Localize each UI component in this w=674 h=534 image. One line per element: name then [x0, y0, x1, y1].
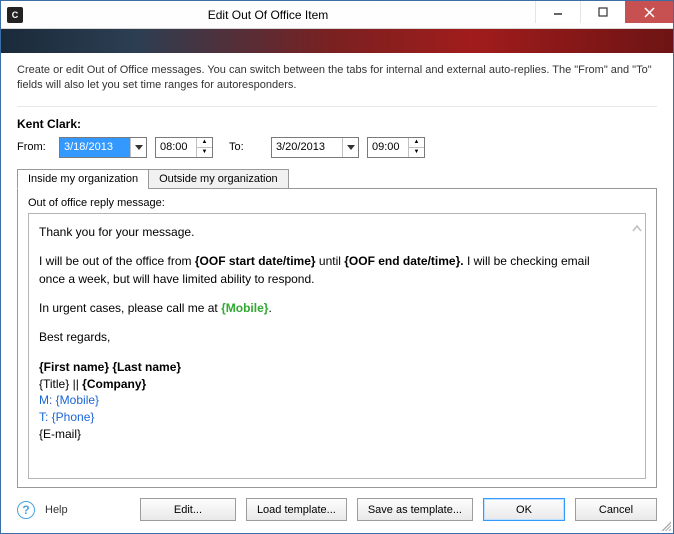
tab-panel: Out of office reply message: Thank you f…: [17, 188, 657, 488]
msg-body-pre: I will be out of the office from: [39, 254, 195, 268]
sig-mobile-line: M: {Mobile}: [39, 392, 617, 409]
help-link[interactable]: Help: [45, 504, 68, 516]
tabstrip: Inside my organization Outside my organi…: [17, 168, 657, 188]
message-editor[interactable]: Thank you for your message. I will be ou…: [29, 214, 627, 478]
resize-grip-icon[interactable]: [659, 519, 671, 531]
sig-phone-line: T: {Phone}: [39, 409, 617, 426]
titlebar: C Edit Out Of Office Item: [1, 1, 673, 29]
from-time-input[interactable]: [156, 138, 196, 157]
minimize-button[interactable]: [535, 1, 580, 23]
reply-message-label: Out of office reply message:: [28, 197, 646, 209]
msg-urgent-pre: In urgent cases, please call me at: [39, 301, 221, 315]
to-date-input[interactable]: [272, 138, 342, 157]
separator: [17, 106, 657, 107]
to-date-dropdown[interactable]: [271, 137, 359, 158]
token-mobile: {Mobile}: [221, 301, 268, 315]
save-template-button[interactable]: Save as template...: [357, 498, 473, 521]
msg-body: I will be out of the office from {OOF st…: [39, 253, 617, 288]
window-title: Edit Out Of Office Item: [1, 8, 535, 22]
window-buttons: [535, 1, 673, 28]
person-name: Kent Clark:: [17, 117, 657, 131]
tab-inside-org[interactable]: Inside my organization: [17, 169, 149, 189]
msg-urgent-post: .: [268, 301, 271, 315]
msg-regards: Best regards,: [39, 329, 617, 346]
to-label: To:: [229, 141, 263, 153]
editor-container: Thank you for your message. I will be ou…: [28, 213, 646, 479]
to-time-spinner[interactable]: ▲ ▼: [367, 137, 425, 158]
sig-name-line: {First name} {Last name}: [39, 359, 617, 376]
spin-up-icon[interactable]: ▲: [197, 138, 212, 148]
from-time-spinner[interactable]: ▲ ▼: [155, 137, 213, 158]
token-fullname: {First name} {Last name}: [39, 360, 181, 374]
sig-title-line: {Title} || {Company}: [39, 376, 617, 393]
msg-greeting: Thank you for your message.: [39, 224, 617, 241]
token-company: {Company}: [82, 377, 146, 391]
token-oof-end: {OOF end date/time}.: [344, 254, 463, 268]
load-template-button[interactable]: Load template...: [246, 498, 347, 521]
spin-down-icon[interactable]: ▼: [197, 148, 212, 157]
msg-urgent: In urgent cases, please call me at {Mobi…: [39, 300, 617, 317]
ok-button[interactable]: OK: [483, 498, 565, 521]
from-label: From:: [17, 141, 51, 153]
footer: ? Help Edit... Load template... Save as …: [1, 488, 673, 533]
help-icon[interactable]: ?: [17, 501, 35, 519]
token-oof-start: {OOF start date/time}: [195, 254, 316, 268]
date-range-row: From: ▲ ▼ To: ▲ ▼: [17, 137, 657, 158]
spin-down-icon[interactable]: ▼: [409, 148, 424, 157]
token-mobile-sig: {Mobile}: [56, 393, 99, 407]
token-phone: {Phone}: [52, 410, 95, 424]
scroll-up-icon[interactable]: [632, 222, 642, 236]
chevron-down-icon[interactable]: [130, 138, 146, 157]
dialog-window: C Edit Out Of Office Item Create or edit…: [0, 0, 674, 534]
tab-outside-org[interactable]: Outside my organization: [148, 169, 289, 189]
sig-t-label: T:: [39, 410, 52, 424]
sig-m-label: M:: [39, 393, 56, 407]
msg-body-mid: until: [316, 254, 345, 268]
to-time-input[interactable]: [368, 138, 408, 157]
close-button[interactable]: [625, 1, 673, 23]
spin-up-icon[interactable]: ▲: [409, 138, 424, 148]
from-date-dropdown[interactable]: [59, 137, 147, 158]
token-title: {Title} ||: [39, 377, 82, 391]
content-area: Create or edit Out of Office messages. Y…: [1, 53, 673, 488]
maximize-button[interactable]: [580, 1, 625, 23]
sig-email-line: {E-mail}: [39, 426, 617, 443]
edit-button[interactable]: Edit...: [140, 498, 236, 521]
from-date-input[interactable]: [60, 138, 130, 157]
header-banner: [1, 29, 673, 53]
cancel-button[interactable]: Cancel: [575, 498, 657, 521]
description-text: Create or edit Out of Office messages. Y…: [17, 63, 657, 94]
chevron-down-icon[interactable]: [342, 138, 358, 157]
